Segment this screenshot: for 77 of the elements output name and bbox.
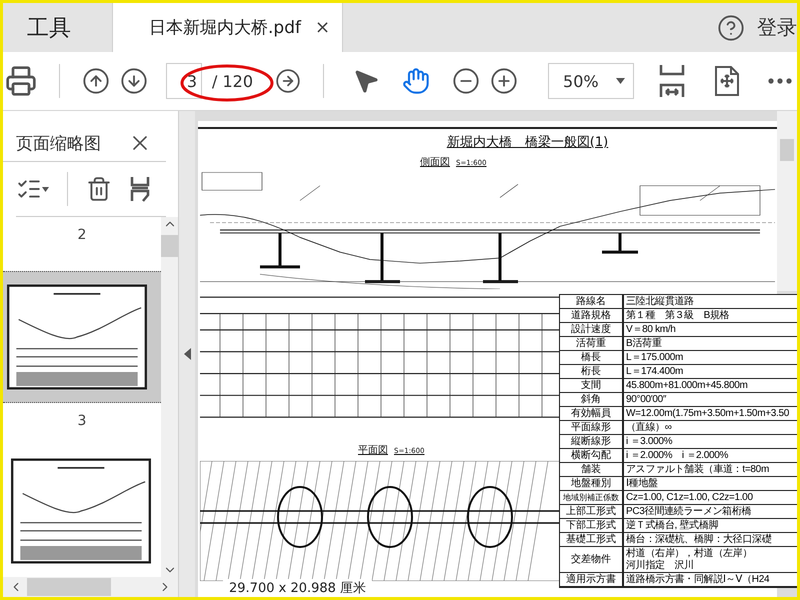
print-button[interactable] (5, 65, 37, 97)
ellipsis-icon (768, 78, 792, 84)
previous-page-button[interactable] (82, 67, 110, 95)
table-cell: Cz=1.00, C1z=1.00, C2z=1.00 (624, 491, 797, 505)
table-cell: 下部工形式 (560, 519, 624, 533)
table-cell: 橋長 (560, 351, 624, 365)
table-cell: 道路橋示方書・同解説Ⅰ～Ⅴ（H24 (624, 573, 797, 587)
caret-icon (616, 78, 626, 84)
table-cell: 道路規格 (560, 309, 624, 323)
scrollbar[interactable] (3, 577, 178, 597)
table-cell: 90°00′00″ (624, 393, 797, 407)
go-to-page-button[interactable] (275, 68, 302, 94)
page-number-label: 3 (78, 413, 86, 429)
table-cell: アスファルト舗装（車道：t=80m (624, 463, 797, 477)
table-cell: L＝175.000m (624, 351, 797, 365)
scrollbar-thumb[interactable] (780, 139, 794, 161)
table-cell: 逆Ｔ式橋台, 壁式橋脚 (624, 519, 797, 533)
table-cell: 村道（右岸），村道（左岸） 河川指定 沢川 (624, 547, 797, 573)
table-cell: V＝80 km/h (624, 323, 797, 337)
table-cell: 交差物件 (560, 547, 624, 573)
view-title: 側面図 (420, 156, 450, 169)
table-cell: 横断勾配 (560, 449, 624, 463)
table-cell: 橋台：深礎杭、橋脚：大径口深礎 (624, 533, 797, 547)
table-cell: 平面線形 (560, 421, 624, 435)
table-cell: 活荷重 (560, 337, 624, 351)
scrollbar[interactable] (777, 111, 797, 291)
table-cell: 支間 (560, 379, 624, 393)
table-cell: 上部工形式 (560, 505, 624, 519)
table-cell: 適用示方書 (560, 573, 624, 587)
table-cell: 地盤種別 (560, 477, 624, 491)
insert-page-button[interactable] (130, 175, 150, 203)
table-cell: 第１種 第３級 B規格 (624, 309, 797, 323)
table-cell: W=12.00m(1.75m+3.50m+1.50m+3.50 (624, 407, 797, 421)
table-cell: 斜角 (560, 393, 624, 407)
next-page-button[interactable] (120, 67, 148, 95)
delete-page-button[interactable] (86, 176, 112, 202)
help-icon[interactable] (717, 14, 745, 42)
table-cell: （直線）∞ (624, 421, 797, 435)
scrollbar-thumb[interactable] (161, 235, 178, 257)
table-cell: 有効幅員 (560, 407, 624, 421)
table-cell: 桁長 (560, 365, 624, 379)
table-cell: PC3径間連続ラーメン箱桁橋 (624, 505, 797, 519)
table-cell: i ＝2.000% i ＝2.000% (624, 449, 797, 463)
table-cell: 縦断線形 (560, 435, 624, 449)
drawing-title: 新堀内大橋 橋梁一般図(1) (446, 134, 608, 151)
table-cell: L＝174.400m (624, 365, 797, 379)
table-cell: 基礎工形式 (560, 533, 624, 547)
page-count: / 120 (212, 72, 254, 90)
fit-window-button[interactable] (714, 65, 740, 97)
sign-in-link[interactable]: 登录 (757, 14, 797, 41)
table-cell: 三陸北縦貫道路 (624, 295, 797, 309)
page-number-label: 2 (78, 227, 86, 243)
fit-page-button[interactable] (658, 63, 686, 99)
zoom-in-button[interactable] (490, 67, 518, 95)
table-cell: 45.800m+81.000m+45.800m (624, 379, 797, 393)
scrollbar-thumb[interactable] (27, 578, 111, 596)
more-button[interactable] (768, 78, 792, 84)
tab[interactable]: 日本新堀内大桥.pdf × (113, 3, 344, 52)
caret-icon (42, 186, 49, 192)
collapse-panel-icon[interactable] (184, 348, 190, 360)
hand-tool-button[interactable] (402, 67, 430, 95)
table-cell: B活荷重 (624, 337, 797, 351)
table-cell: 地域別補正係数 (560, 491, 624, 505)
close-tab-button[interactable]: × (314, 17, 330, 38)
table-cell: 設計速度 (560, 323, 624, 337)
table-cell: 舗装 (560, 463, 624, 477)
zoom-dropdown[interactable]: 50% (548, 63, 634, 99)
zoom-out-button[interactable] (452, 67, 480, 95)
table-cell: i ＝3.000% (624, 435, 797, 449)
thumbnail-drawing[interactable] (7, 283, 147, 391)
view-title: 平面図 (358, 444, 388, 457)
page-thumbnail[interactable] (3, 271, 161, 403)
scrollbar[interactable] (161, 217, 178, 577)
page-size-label: 29.700 x 20.988 厘米 (223, 579, 372, 597)
panel-title: 页面缩略图 (16, 132, 101, 154)
table-cell: 路線名 (560, 295, 624, 309)
table-cell: Ⅰ種地盤 (624, 477, 797, 491)
